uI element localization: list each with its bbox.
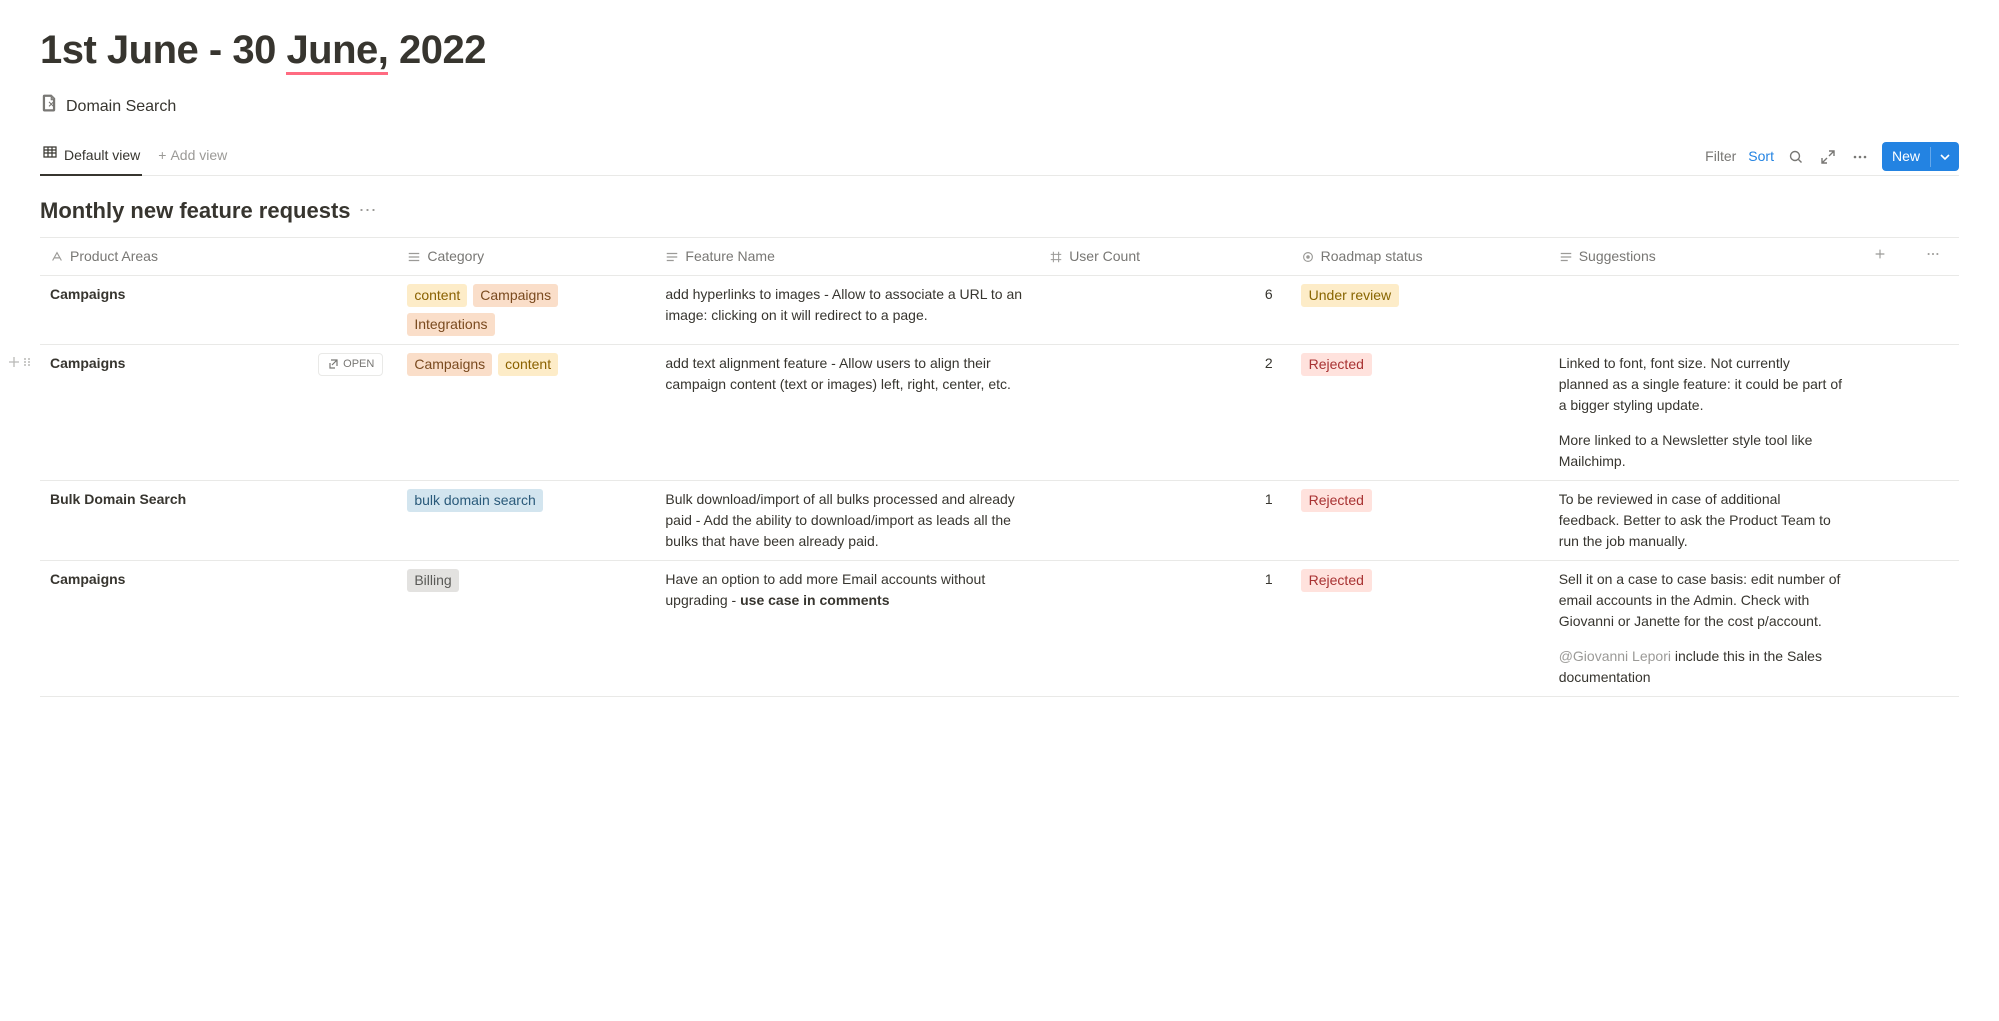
category-tag: Campaigns — [473, 284, 558, 307]
product-area-name: Bulk Domain Search — [50, 489, 186, 510]
product-area-name: Campaigns — [50, 353, 125, 374]
feature-name-text: add hyperlinks to images - Allow to asso… — [665, 284, 1029, 326]
table-row[interactable]: Bulk Domain Search bulk domain search Bu… — [40, 481, 1959, 561]
product-area-name: Campaigns — [50, 284, 125, 305]
column-label: User Count — [1069, 246, 1140, 267]
suggestion-text: To be reviewed in case of additional fee… — [1559, 489, 1843, 552]
views-bar: Default view + Add view Filter Sort New — [40, 138, 1959, 176]
linked-database-name: Domain Search — [66, 95, 176, 119]
category-tag: bulk domain search — [407, 489, 542, 512]
new-button-dropdown[interactable] — [1930, 147, 1959, 167]
column-label: Product Areas — [70, 246, 158, 267]
plus-icon: + — [158, 145, 166, 166]
add-column-button[interactable] — [1853, 238, 1906, 276]
linked-database-link[interactable]: Domain Search — [40, 94, 1959, 120]
column-category[interactable]: Category — [397, 238, 655, 276]
user-count-value: 6 — [1039, 276, 1290, 345]
page-title: 1st June - 30 June, 2022 — [40, 20, 1959, 80]
user-count-value: 1 — [1039, 561, 1290, 697]
add-view-button[interactable]: + Add view — [152, 139, 229, 174]
column-roadmap-status[interactable]: Roadmap status — [1291, 238, 1549, 276]
page-title-pre: 1st June - 30 — [40, 28, 286, 72]
feature-name-text: add text alignment feature - Allow users… — [665, 353, 1029, 395]
title-property-icon — [50, 250, 64, 264]
add-row-icon[interactable] — [8, 353, 20, 374]
category-tag: Integrations — [407, 313, 494, 336]
table-row[interactable]: Campaigns Billing Have an option to add … — [40, 561, 1959, 697]
column-user-count[interactable]: User Count — [1039, 238, 1290, 276]
open-icon — [327, 358, 339, 370]
product-area-name: Campaigns — [50, 569, 125, 590]
open-page-button[interactable]: OPEN — [318, 353, 383, 376]
feature-requests-table: Product Areas Category Feature Name — [40, 237, 1959, 697]
column-product-areas[interactable]: Product Areas — [40, 238, 397, 276]
open-label: OPEN — [343, 356, 374, 373]
feature-name-text: Bulk download/import of all bulks proces… — [665, 489, 1029, 552]
filter-button[interactable]: Filter — [1705, 146, 1736, 167]
table-icon — [42, 144, 58, 166]
tab-default-view[interactable]: Default view — [40, 138, 142, 176]
column-label: Suggestions — [1579, 246, 1656, 267]
plus-icon — [1873, 247, 1887, 261]
text-property-icon — [665, 250, 679, 264]
category-tag: content — [498, 353, 558, 376]
database-title[interactable]: Monthly new feature requests — [40, 194, 351, 227]
table-row[interactable]: Campaigns content Campaigns Integrations… — [40, 276, 1959, 345]
page-title-underlined: June, — [286, 28, 388, 75]
row-gutter — [8, 353, 33, 374]
category-tag: Campaigns — [407, 353, 492, 376]
column-feature-name[interactable]: Feature Name — [655, 238, 1039, 276]
user-mention[interactable]: @Giovanni Lepori — [1559, 648, 1671, 664]
text-property-icon — [1559, 250, 1573, 264]
user-count-value: 2 — [1039, 345, 1290, 481]
table-row[interactable]: Campaigns OPEN Campaigns content add tex… — [40, 345, 1959, 481]
more-icon[interactable] — [1850, 147, 1870, 167]
add-view-label: Add view — [170, 145, 227, 166]
status-pill: Rejected — [1301, 569, 1372, 592]
feature-name-text: Have an option to add more Email account… — [665, 569, 1029, 611]
status-pill: Under review — [1301, 284, 1399, 307]
column-label: Roadmap status — [1321, 246, 1423, 267]
expand-icon[interactable] — [1818, 147, 1838, 167]
column-suggestions[interactable]: Suggestions — [1549, 238, 1853, 276]
column-menu-button[interactable] — [1906, 238, 1959, 276]
column-label: Category — [427, 246, 484, 267]
column-label: Feature Name — [685, 246, 774, 267]
multiselect-property-icon — [407, 250, 421, 264]
tab-label: Default view — [64, 145, 140, 166]
suggestion-text: Sell it on a case to case basis: edit nu… — [1559, 569, 1843, 688]
drag-handle-icon[interactable] — [21, 353, 33, 374]
category-tag: Billing — [407, 569, 458, 592]
search-icon[interactable] — [1786, 147, 1806, 167]
status-property-icon — [1301, 250, 1315, 264]
number-property-icon — [1049, 250, 1063, 264]
more-icon — [1926, 247, 1940, 261]
database-title-menu-icon[interactable]: ⋯ — [359, 197, 379, 224]
suggestion-text: Linked to font, font size. Not currently… — [1559, 353, 1843, 472]
page-icon — [40, 94, 58, 120]
sort-button[interactable]: Sort — [1748, 146, 1774, 167]
category-tag: content — [407, 284, 467, 307]
user-count-value: 1 — [1039, 481, 1290, 561]
new-button[interactable]: New — [1882, 142, 1959, 171]
status-pill: Rejected — [1301, 353, 1372, 376]
status-pill: Rejected — [1301, 489, 1372, 512]
new-button-label: New — [1882, 142, 1930, 171]
page-title-post: 2022 — [388, 28, 486, 72]
